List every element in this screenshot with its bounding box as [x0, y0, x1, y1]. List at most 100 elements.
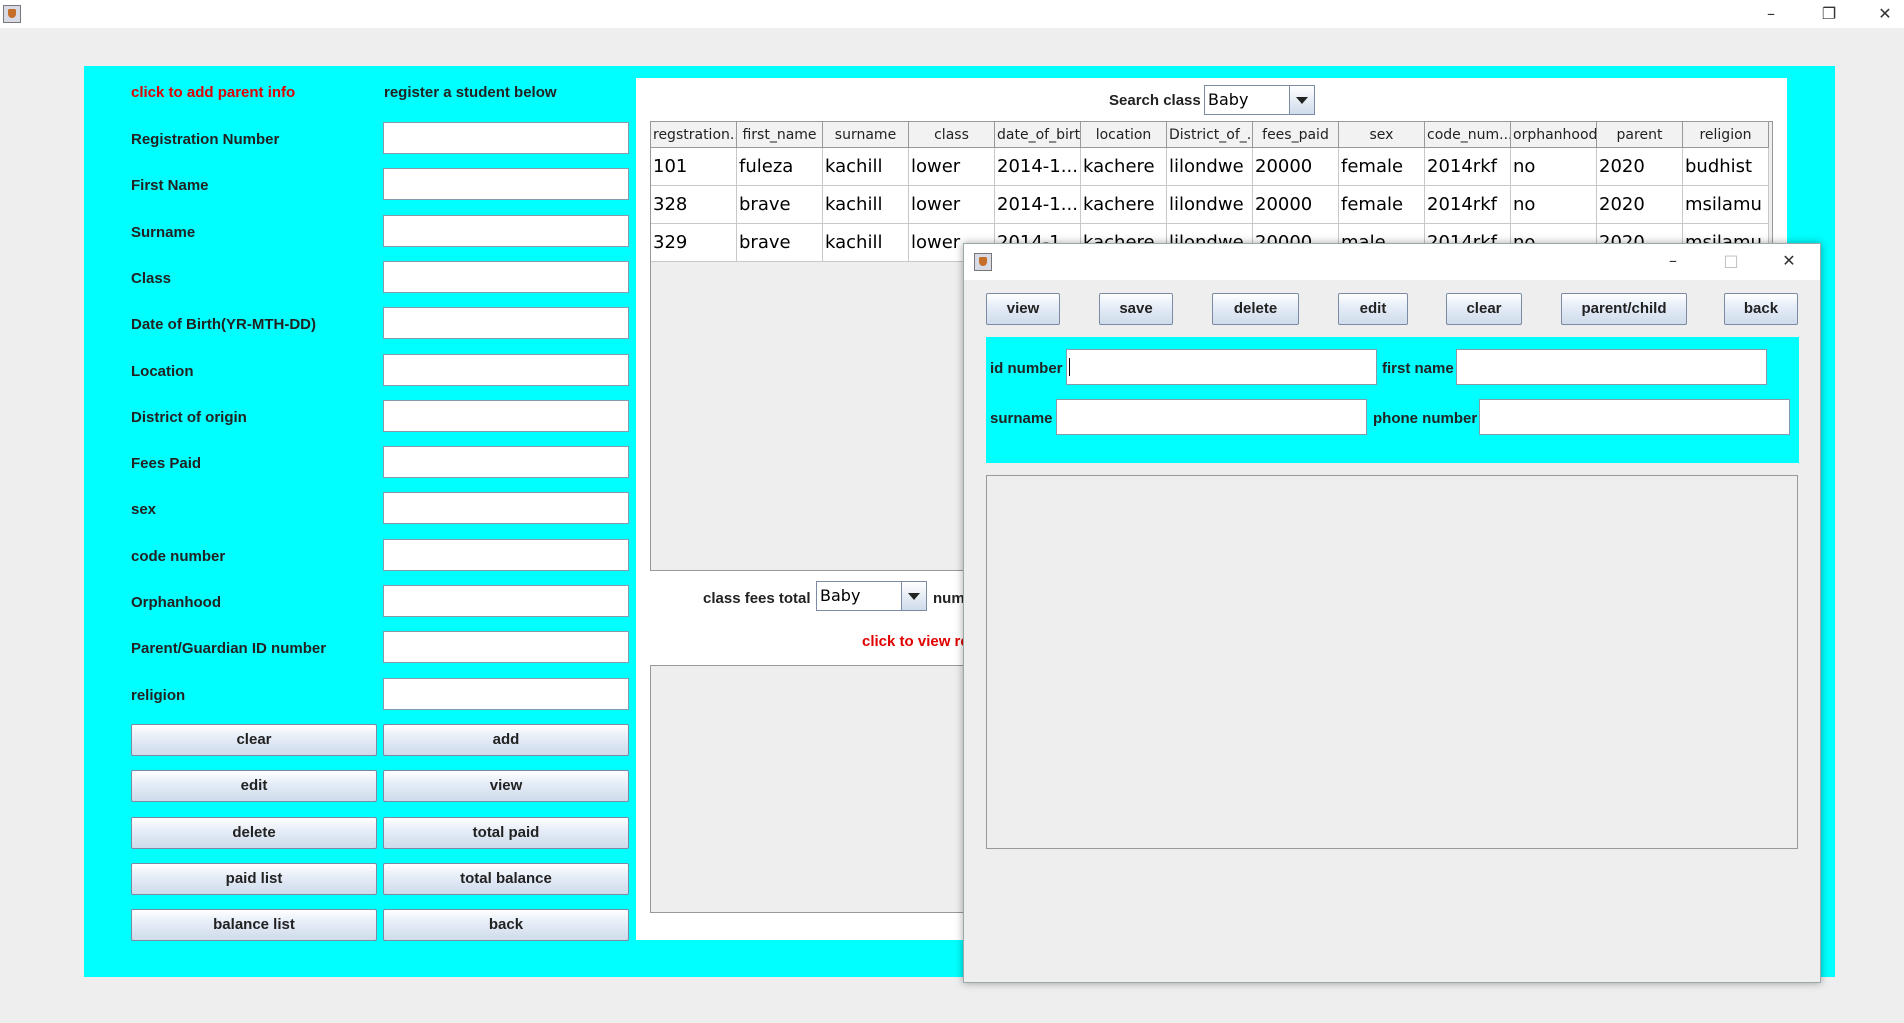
java-app-icon	[974, 253, 992, 271]
search-class-value: Baby	[1208, 90, 1249, 109]
field-label-surname: Surname	[131, 223, 196, 241]
first-name-input[interactable]	[1456, 349, 1767, 385]
table-cell: lower	[909, 148, 995, 186]
field-input-parent-guardian-id-number[interactable]	[383, 631, 629, 664]
java-app-icon	[3, 5, 21, 23]
table-cell: lilondwe	[1167, 186, 1253, 224]
phone-number-input[interactable]	[1479, 399, 1790, 435]
table-cell: 2014rkf	[1425, 186, 1511, 224]
chevron-down-icon[interactable]	[901, 582, 926, 610]
dialog-view-button[interactable]: view	[986, 293, 1060, 325]
table-cell: 2020	[1597, 186, 1683, 224]
field-label-parent-guardian-id-number: Parent/Guardian ID number	[131, 640, 327, 658]
table-row[interactable]: 101 fuleza kachill lower 2014-1... kachere lil…	[651, 148, 1771, 186]
field-label-location: Location	[131, 362, 194, 380]
text-caret	[1069, 358, 1070, 376]
field-input-code-number[interactable]	[383, 538, 629, 571]
column-header[interactable]: orphanhood	[1511, 122, 1597, 148]
dialog-delete-button[interactable]: delete	[1212, 293, 1299, 325]
column-header[interactable]: code_num...	[1425, 122, 1511, 148]
restore-button[interactable]: ❐	[1806, 0, 1852, 28]
field-input-date-of-birth-yr-mth-dd[interactable]	[383, 307, 629, 340]
column-header[interactable]: first_name	[737, 122, 823, 148]
clear-button[interactable]: clear	[131, 724, 377, 756]
class-fees-total-label: class fees total	[703, 590, 811, 607]
field-label-fees-paid: Fees Paid	[131, 455, 202, 473]
id-number-input[interactable]	[1066, 349, 1377, 385]
field-input-class[interactable]	[383, 260, 629, 293]
total-paid-button[interactable]: total paid	[383, 816, 629, 849]
column-header[interactable]: location	[1081, 122, 1167, 148]
field-input-first-name[interactable]	[383, 168, 629, 201]
dialog-minimize-button[interactable]: –	[1650, 247, 1696, 277]
table-cell: female	[1339, 148, 1425, 186]
table-cell: kachere	[1081, 148, 1167, 186]
search-class-select[interactable]: Baby	[1204, 85, 1315, 115]
column-header[interactable]: religion	[1683, 122, 1769, 148]
field-input-registration-number[interactable]	[383, 122, 629, 154]
view-button[interactable]: view	[383, 770, 629, 803]
chevron-down-icon[interactable]	[1289, 86, 1314, 114]
column-header[interactable]: parent	[1597, 122, 1683, 148]
field-label-code-number: code number	[131, 547, 226, 565]
field-input-fees-paid[interactable]	[383, 446, 629, 479]
table-cell: fuleza	[737, 148, 823, 186]
add-parent-info-link[interactable]: click to add parent info	[131, 84, 295, 101]
field-input-religion[interactable]	[383, 677, 629, 710]
view-records-link[interactable]: click to view re	[862, 633, 969, 650]
field-input-orphanhood[interactable]	[383, 585, 629, 617]
field-label-first-name: First Name	[131, 177, 209, 195]
dialog-save-button[interactable]: save	[1099, 293, 1173, 325]
field-input-surname[interactable]	[383, 214, 629, 247]
parent-dialog: – □ ✕ view save delete edit clear parent/chil…	[963, 243, 1821, 983]
register-heading: register a student below	[384, 84, 557, 101]
table-cell: brave	[737, 224, 823, 262]
field-label-orphanhood: Orphanhood	[131, 594, 221, 611]
table-cell: 20000	[1253, 148, 1339, 186]
surname-input[interactable]	[1056, 399, 1367, 435]
field-input-sex[interactable]	[383, 492, 629, 525]
dialog-maximize-button[interactable]: □	[1708, 247, 1754, 277]
dialog-parent-child-button[interactable]: parent/child	[1561, 293, 1687, 325]
delete-button[interactable]: delete	[131, 816, 377, 849]
table-cell: no	[1511, 148, 1597, 186]
edit-button[interactable]: edit	[131, 770, 377, 803]
column-header[interactable]: sex	[1339, 122, 1425, 148]
field-input-district-of-origin[interactable]	[383, 399, 629, 432]
dialog-close-button[interactable]: ✕	[1766, 247, 1812, 277]
window-title-bar: – ❐ ✕	[0, 0, 1904, 28]
dialog-title-bar: – □ ✕	[964, 244, 1820, 280]
field-label-class: Class	[131, 269, 172, 287]
dialog-edit-button[interactable]: edit	[1338, 293, 1408, 325]
column-header[interactable]: fees_paid	[1253, 122, 1339, 148]
first-name-label: first name	[1382, 360, 1454, 377]
total-balance-button[interactable]: total balance	[383, 862, 629, 895]
table-cell: 2014-1...	[995, 148, 1081, 186]
table-cell: 328	[651, 186, 737, 224]
table-cell: kachill	[823, 148, 909, 186]
column-header[interactable]: class	[909, 122, 995, 148]
back-button[interactable]: back	[383, 909, 629, 942]
field-input-location[interactable]	[383, 353, 629, 386]
column-header[interactable]: regstration...	[651, 122, 737, 148]
dialog-back-button[interactable]: back	[1724, 293, 1798, 325]
table-row[interactable]: 328 brave kachill lower 2014-1... kachere lilo…	[651, 186, 1771, 224]
table-cell: kachere	[1081, 186, 1167, 224]
table-cell: 2014rkf	[1425, 148, 1511, 186]
search-class-label: Search class	[1109, 92, 1201, 109]
balance-list-button[interactable]: balance list	[131, 909, 377, 942]
dialog-clear-button[interactable]: clear	[1446, 293, 1522, 325]
table-cell: 2014-1...	[995, 186, 1081, 224]
column-header[interactable]: surname	[823, 122, 909, 148]
table-cell: 20000	[1253, 186, 1339, 224]
table-cell: 101	[651, 148, 737, 186]
minimize-button[interactable]: –	[1748, 0, 1794, 28]
add-button[interactable]: add	[383, 724, 629, 756]
column-header[interactable]: District_of_...	[1167, 122, 1253, 148]
paid-list-button[interactable]: paid list	[131, 862, 377, 895]
column-header[interactable]: date_of_birth	[995, 122, 1081, 148]
class-fees-select[interactable]: Baby	[816, 581, 927, 611]
table-cell: brave	[737, 186, 823, 224]
phone-number-label: phone number	[1373, 410, 1478, 427]
close-button[interactable]: ✕	[1862, 0, 1904, 28]
